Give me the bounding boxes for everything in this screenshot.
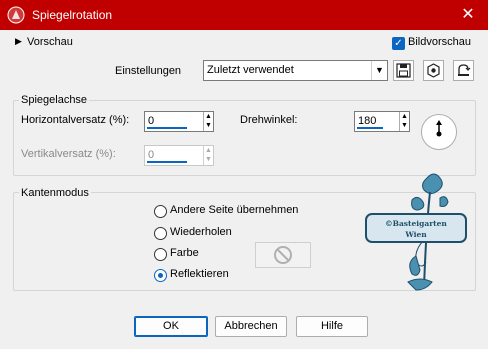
vertical-offset-spinner[interactable]: 0 ▲ ▼ [144, 145, 214, 166]
cancel-button[interactable]: Abbrechen [215, 316, 287, 337]
edge-mode-label-other-side[interactable]: Andere Seite übernehmen [170, 204, 298, 216]
vertical-offset-label: Vertikalversatz (%): [21, 148, 116, 160]
edge-mode-title: Kantenmodus [19, 187, 91, 199]
down-arrow-icon[interactable]: ▼ [204, 155, 213, 164]
close-button[interactable]: ✕ [448, 0, 488, 30]
preset-options-button[interactable] [423, 60, 444, 81]
horizontal-offset-label: Horizontalversatz (%): [21, 114, 130, 126]
reset-icon [458, 64, 471, 76]
preview-label[interactable]: Vorschau [27, 36, 73, 48]
flower-watermark-icon: ©Basteigarten Wien [365, 173, 467, 291]
color-picker-swatch[interactable] [255, 242, 311, 268]
vertical-offset-stepper[interactable]: ▲ ▼ [203, 146, 213, 165]
rotation-angle-label: Drehwinkel: [240, 114, 298, 126]
rotation-angle-input[interactable]: 180 [358, 115, 376, 127]
rotation-angle-slider[interactable] [357, 127, 383, 129]
reset-button[interactable] [453, 60, 474, 81]
no-color-icon [274, 246, 292, 264]
settings-dropdown[interactable]: Zuletzt verwendet ▼ [203, 60, 388, 81]
vertical-offset-input[interactable]: 0 [148, 149, 154, 161]
horizontal-offset-input[interactable]: 0 [148, 115, 154, 127]
edge-mode-radio-color[interactable] [154, 248, 167, 261]
ok-button[interactable]: OK [134, 316, 208, 337]
up-arrow-icon[interactable]: ▲ [204, 146, 213, 155]
rotation-angle-stepper[interactable]: ▲ ▼ [399, 112, 409, 131]
down-arrow-icon[interactable]: ▼ [400, 121, 409, 130]
edge-mode-radio-repeat[interactable] [154, 227, 167, 240]
up-arrow-icon[interactable]: ▲ [204, 112, 213, 121]
image-preview-checkbox[interactable]: ✓ [392, 37, 405, 50]
angle-dial-indicator-icon [436, 120, 442, 137]
help-button[interactable]: Hilfe [296, 316, 368, 337]
edge-mode-label-repeat[interactable]: Wiederholen [170, 226, 232, 238]
settings-label: Einstellungen [115, 65, 182, 77]
mirror-axis-title: Spiegelachse [19, 94, 90, 106]
preview-expand-icon[interactable]: ▶ [15, 36, 22, 47]
down-arrow-icon[interactable]: ▼ [204, 121, 213, 130]
horizontal-offset-spinner[interactable]: 0 ▲ ▼ [144, 111, 214, 132]
horizontal-offset-stepper[interactable]: ▲ ▼ [203, 112, 213, 131]
window-title: Spiegelrotation [32, 8, 113, 22]
horizontal-offset-slider[interactable] [147, 127, 187, 129]
save-icon [396, 63, 411, 78]
rotation-angle-spinner[interactable]: 180 ▲ ▼ [354, 111, 410, 132]
watermark-line1: ©Basteigarten [385, 219, 447, 228]
watermark-logo: ©Basteigarten Wien [360, 170, 475, 294]
app-logo-icon [7, 6, 25, 24]
chevron-down-icon: ▼ [371, 61, 387, 80]
watermark-line2: Wien [404, 230, 427, 239]
preset-icon [427, 63, 440, 78]
title-bar: Spiegelrotation ✕ [0, 0, 488, 30]
settings-dropdown-value: Zuletzt verwendet [207, 64, 294, 76]
close-icon: ✕ [461, 6, 475, 23]
edge-mode-label-reflect[interactable]: Reflektieren [170, 268, 229, 280]
up-arrow-icon[interactable]: ▲ [400, 112, 409, 121]
save-preset-button[interactable] [393, 60, 414, 81]
edge-mode-label-color[interactable]: Farbe [170, 247, 199, 259]
angle-dial[interactable] [421, 114, 457, 150]
edge-mode-radio-other-side[interactable] [154, 205, 167, 218]
vertical-offset-slider[interactable] [147, 161, 187, 163]
image-preview-label[interactable]: Bildvorschau [408, 36, 471, 48]
edge-mode-radio-reflect[interactable] [154, 269, 167, 282]
